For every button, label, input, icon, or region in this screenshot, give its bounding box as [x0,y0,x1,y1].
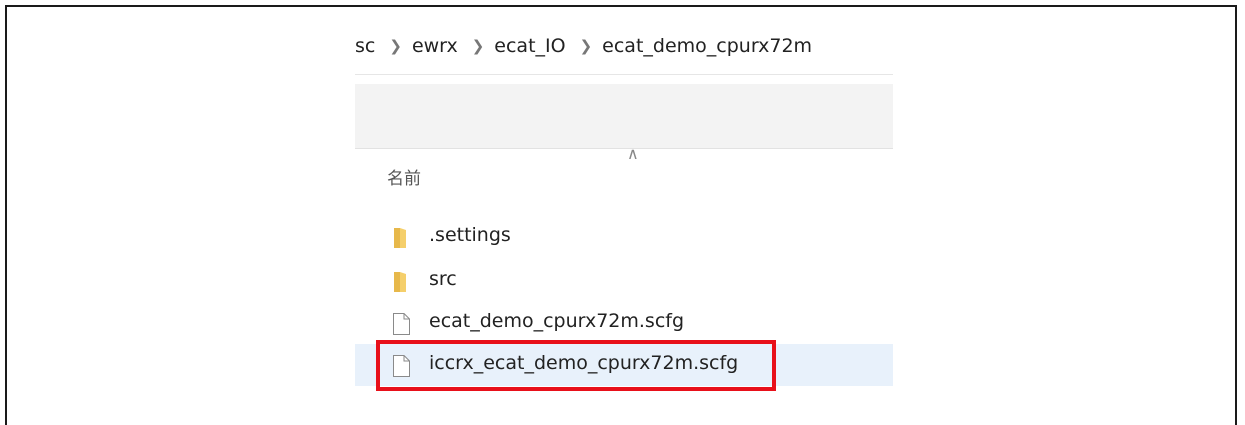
list-item[interactable]: ecat_demo_cpurx72m.scfg [355,302,893,344]
file-name: src [429,268,457,290]
chevron-right-icon[interactable]: ❯ [580,37,593,55]
breadcrumb-item[interactable]: ecat_demo_cpurx72m [602,35,812,57]
breadcrumb-item[interactable]: sc [355,35,375,57]
divider [355,74,893,75]
chevron-right-icon[interactable]: ❯ [389,37,402,55]
folder-icon [394,272,406,292]
file-icon [393,355,410,377]
breadcrumb-item[interactable]: ewrx [412,35,458,57]
folder-icon [394,228,406,248]
file-explorer-window: sc ❯ ewrx ❯ ecat_IO ❯ ecat_demo_cpurx72m… [355,18,893,421]
divider [355,148,893,149]
chevron-right-icon[interactable]: ❯ [472,37,485,55]
breadcrumb-item[interactable]: ecat_IO [494,35,565,57]
file-name: .settings [429,224,511,246]
file-name: ecat_demo_cpurx72m.scfg [429,310,685,332]
list-item[interactable]: iccrx_ecat_demo_cpurx72m.scfg [355,344,893,386]
column-header-name[interactable]: 名前 [387,164,421,189]
list-item[interactable]: .settings [355,216,893,258]
toolbar [355,84,893,148]
file-icon [393,313,410,335]
breadcrumb: sc ❯ ewrx ❯ ecat_IO ❯ ecat_demo_cpurx72m [355,28,812,64]
list-item[interactable]: src [355,260,893,302]
file-name: iccrx_ecat_demo_cpurx72m.scfg [429,352,739,374]
sort-ascending-icon[interactable]: ∧ [627,144,639,163]
